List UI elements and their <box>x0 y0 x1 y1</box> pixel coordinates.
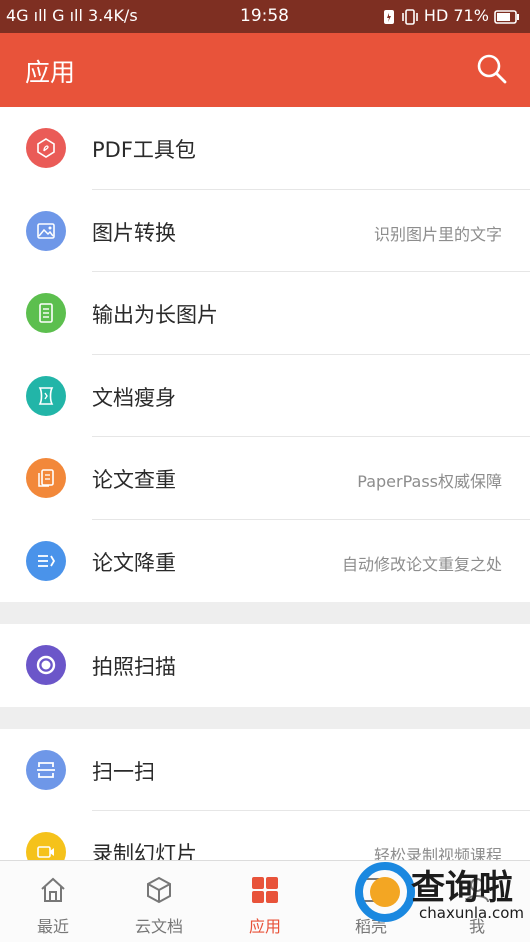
cube-icon <box>147 876 171 904</box>
apps-grid-icon <box>252 877 278 903</box>
page-title: 应用 <box>25 58 76 87</box>
scan-icon <box>26 749 66 790</box>
list-item-paper-rewrite[interactable]: 论文降重 自动修改论文重复之处 <box>0 519 530 602</box>
tab-cloud-docs[interactable]: 云文档 <box>106 861 212 942</box>
image-icon <box>26 210 66 251</box>
document-slim-icon <box>26 375 66 416</box>
list-item-photo-scan[interactable]: 拍照扫描 <box>0 624 530 707</box>
list-item-hint: PaperPass权威保障 <box>357 472 502 491</box>
list-item-pdf-toolkit[interactable]: PDF工具包 <box>0 107 530 190</box>
paper-rewrite-icon <box>26 540 66 581</box>
list-item-scan[interactable]: 扫一扫 <box>0 728 530 811</box>
app-list: PDF工具包 图片转换 识别图片里的文字 输出为长图片 文档瘦身 论文查重 Pa… <box>0 107 530 894</box>
list-item-label: 输出为长图片 <box>92 303 218 327</box>
list-item-label: 论文查重 <box>92 468 176 492</box>
tab-recent[interactable]: 最近 <box>0 861 106 942</box>
watermark: 查询啦 chaxunla.com <box>355 860 530 942</box>
vibrate-icon <box>402 8 418 25</box>
long-image-icon <box>26 293 66 333</box>
list-item-hint: 识别图片里的文字 <box>373 224 502 244</box>
list-item-label: PDF工具包 <box>92 138 196 162</box>
home-icon <box>41 877 65 902</box>
battery-saver-icon <box>383 9 394 24</box>
paper-check-icon <box>26 458 66 498</box>
list-item-label: 拍照扫描 <box>92 655 176 679</box>
watermark-text: 查询啦 <box>411 868 513 908</box>
list-item-paper-check[interactable]: 论文查重 PaperPass权威保障 <box>0 437 530 520</box>
list-item-label: 图片转换 <box>92 220 176 245</box>
list-item-document-slim[interactable]: 文档瘦身 <box>0 354 530 437</box>
camera-scan-icon <box>26 645 66 685</box>
tab-label: 云文档 <box>134 917 183 936</box>
status-battery-text: HD 71% <box>423 6 489 25</box>
battery-icon <box>494 9 519 24</box>
list-item-label: 论文降重 <box>92 550 176 575</box>
app-header: 应用 <box>0 33 530 107</box>
watermark-url: chaxunla.com <box>419 904 524 922</box>
pdf-icon <box>26 128 66 168</box>
section-gap <box>0 706 530 729</box>
status-right: HD 71% <box>382 6 520 25</box>
status-time: 19:58 <box>240 6 289 26</box>
tab-label: 最近 <box>36 917 69 936</box>
tab-apps[interactable]: 应用 <box>212 861 318 942</box>
section-gap <box>0 602 530 624</box>
list-item-label: 扫一扫 <box>92 759 155 784</box>
list-item-long-image[interactable]: 输出为长图片 <box>0 272 530 355</box>
search-icon[interactable] <box>476 53 508 85</box>
watermark-logo-dot <box>370 877 400 907</box>
list-item-image-convert[interactable]: 图片转换 识别图片里的文字 <box>0 189 530 272</box>
list-item-hint: 自动修改论文重复之处 <box>341 554 502 574</box>
status-bar: 4G ıll G ıll 3.4K/s 19:58 HD 71% <box>0 0 530 33</box>
status-network: 4G ıll G ıll 3.4K/s <box>6 6 138 25</box>
tab-label: 应用 <box>248 917 281 936</box>
list-item-label: 文档瘦身 <box>92 385 176 410</box>
